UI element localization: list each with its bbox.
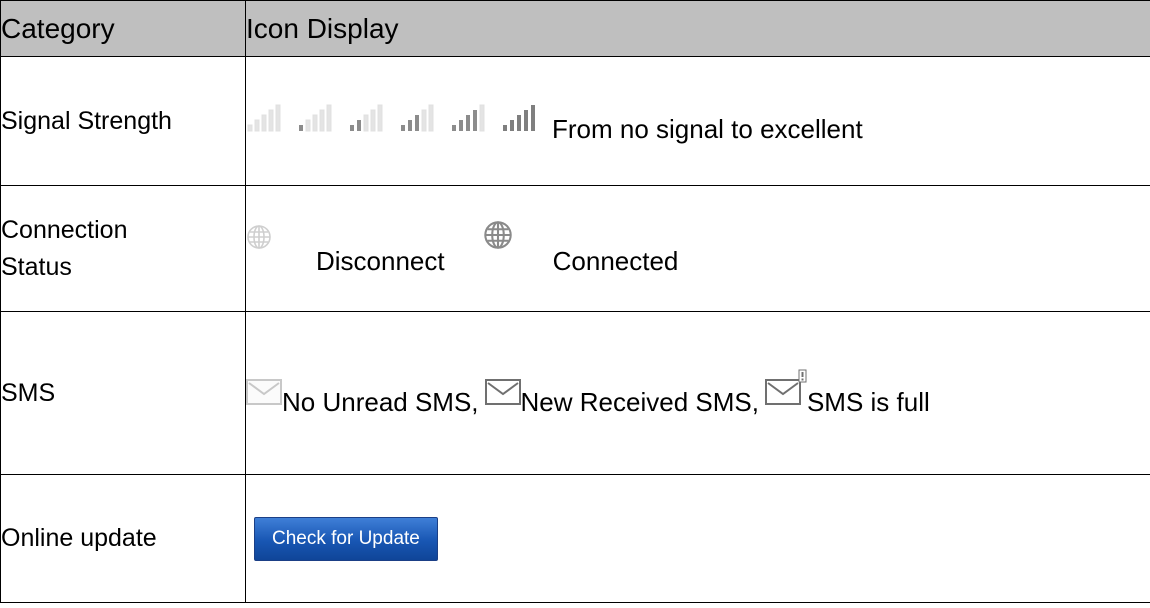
- row-category-online-update: Online update: [0, 474, 246, 603]
- signal-bars-icon: [348, 103, 386, 133]
- envelope-no-unread-icon: [246, 378, 282, 412]
- category-line1: Connection: [1, 215, 128, 244]
- check-for-update-button[interactable]: Check for Update: [254, 516, 438, 561]
- sms-cell: No Unread SMS, New Received SMS, SMS is …: [245, 311, 1150, 475]
- sms-new-received-label: New Received SMS,: [520, 386, 759, 417]
- envelope-full-icon: [764, 369, 807, 412]
- connection-cell: Disconnect Connected: [245, 185, 1150, 312]
- envelope-new-received-icon: [484, 378, 521, 412]
- header-row: Category Icon Display: [0, 0, 1150, 57]
- row-category-sms: SMS: [0, 311, 246, 475]
- globe-connected-icon: [483, 220, 513, 257]
- sms-no-unread-label: No Unread SMS,: [282, 386, 479, 417]
- signal-description: From no signal to excellent: [552, 113, 863, 144]
- header-category: Category: [0, 0, 246, 57]
- icon-legend-table: Category Icon Display Signal Strength Fr…: [0, 0, 1150, 603]
- globe-disconnected-icon: [246, 224, 272, 257]
- row-category-connection: Connection Status: [0, 185, 246, 312]
- table-row: Connection Status Disconnect Connected: [0, 185, 1150, 312]
- signal-cell: From no signal to excellent: [245, 56, 1150, 186]
- update-cell: Check for Update: [245, 474, 1150, 603]
- sms-full-label: SMS is full: [806, 386, 930, 417]
- table-row: Online update Check for Update: [0, 474, 1150, 603]
- signal-bars-icon: [246, 103, 284, 133]
- table-row: SMS No Unread SMS, New Received SMS, SMS…: [0, 311, 1150, 475]
- table-row: Signal Strength From no signal to excell…: [0, 56, 1150, 186]
- signal-bars-icon: [297, 103, 335, 133]
- header-icon-display: Icon Display: [245, 0, 1150, 57]
- connected-label: Connected: [552, 246, 679, 276]
- signal-bars-icon: [399, 103, 437, 133]
- row-category-signal: Signal Strength: [0, 56, 246, 186]
- disconnect-label: Disconnect: [316, 246, 445, 276]
- category-line2: Status: [1, 252, 72, 281]
- signal-bars-icon: [501, 103, 539, 133]
- signal-bars-icon: [450, 103, 488, 133]
